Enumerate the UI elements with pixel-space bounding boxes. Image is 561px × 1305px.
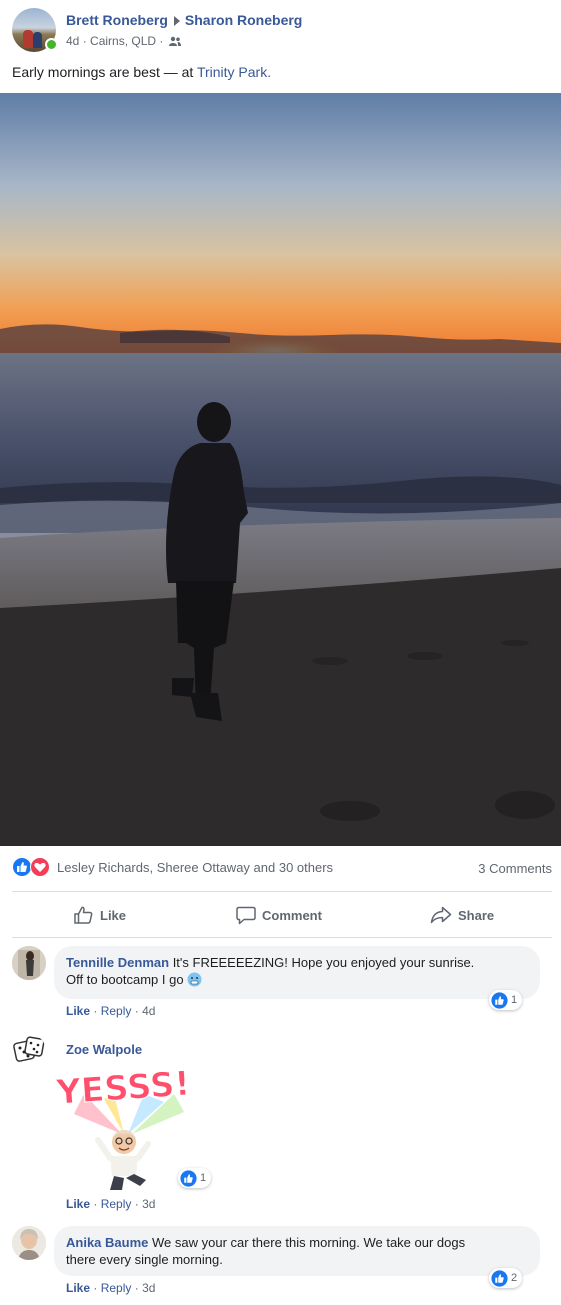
like-icon — [491, 1269, 508, 1287]
comment-reply-link[interactable]: Reply — [101, 1197, 132, 1211]
comment-item: Tennille Denman It's FREEEEEZING! Hope y… — [12, 946, 552, 1026]
love-icon — [30, 857, 50, 877]
comment-reaction[interactable]: 2 — [489, 1268, 523, 1288]
comment-text: Off to bootcamp I go — [66, 972, 184, 987]
reaction-count: 1 — [511, 994, 518, 1006]
share-button[interactable]: Share — [430, 898, 494, 932]
share-label: Share — [458, 907, 495, 923]
commenter-name[interactable]: Zoe Walpole — [66, 1042, 142, 1057]
dice-avatar[interactable] — [12, 1034, 46, 1068]
post-meta: 4d · Cairns, QLD · — [66, 34, 181, 49]
post-time[interactable]: 4d — [66, 34, 79, 48]
comment-bubble: Anika Baume We saw your car there this m… — [54, 1226, 540, 1276]
reaction-count: 1 — [200, 1172, 207, 1184]
place-link[interactable]: Trinity Park. — [197, 64, 271, 80]
reactors-summary[interactable]: Lesley Richards, Sheree Ottaway and 30 o… — [57, 860, 333, 875]
comment-actions: Like · Reply · 4d — [66, 1004, 156, 1018]
post-actions: Like Comment Share — [12, 898, 552, 932]
share-icon — [430, 906, 452, 924]
comment-bubble: Tennille Denman It's FREEEEEZING! Hope y… — [54, 946, 540, 999]
divider — [12, 937, 552, 938]
comment-time[interactable]: 3d — [142, 1197, 155, 1211]
post-header: Brett Roneberg Sharon Roneberg 4d · Cairn… — [12, 8, 552, 58]
divider — [12, 891, 552, 892]
friends-icon[interactable] — [168, 35, 181, 49]
comment-reaction[interactable]: 1 — [489, 990, 523, 1010]
comment-actions: Like · Reply · 3d — [66, 1197, 156, 1211]
post-body: Early mornings are best — at — [12, 64, 197, 80]
comment-item: Zoe Walpole YESSS! 1 Like · Reply · 3d — [12, 1034, 552, 1214]
comment-button[interactable]: Comment — [236, 898, 322, 932]
cold-face-icon — [187, 972, 202, 991]
post-location[interactable]: Cairns, QLD — [90, 34, 156, 48]
online-status-dot — [45, 38, 58, 51]
post-text: Early mornings are best — at Trinity Par… — [12, 64, 271, 80]
caret-right-icon — [173, 15, 180, 26]
comment-label: Comment — [262, 907, 322, 923]
comment-actions: Like · Reply · 3d — [66, 1281, 156, 1295]
commenter-avatar[interactable] — [12, 946, 46, 980]
comment-reply-link[interactable]: Reply — [101, 1004, 132, 1018]
comment-time[interactable]: 4d — [142, 1004, 155, 1018]
comment-icon — [236, 906, 256, 924]
reaction-icons[interactable] — [12, 857, 54, 877]
comment-text: We saw your car there this morning. We t… — [152, 1235, 466, 1250]
like-icon — [12, 857, 32, 877]
like-icon — [491, 991, 508, 1009]
sunrise-beach-photo[interactable] — [0, 93, 561, 846]
comment-like-link[interactable]: Like — [66, 1004, 90, 1018]
reactions-bar: Lesley Richards, Sheree Ottaway and 30 o… — [12, 856, 552, 880]
commenter-name[interactable]: Tennille Denman — [66, 955, 169, 970]
tagged-name[interactable]: Sharon Roneberg — [185, 12, 302, 28]
like-icon — [180, 1169, 197, 1187]
avatar-sticker[interactable]: YESSS! — [54, 1064, 190, 1194]
comment-text: there every single morning. — [66, 1252, 223, 1267]
author-name[interactable]: Brett Roneberg — [66, 12, 168, 28]
comment-time[interactable]: 3d — [142, 1281, 155, 1295]
comment-item: Anika Baume We saw your car there this m… — [12, 1226, 552, 1301]
thumbs-up-icon — [74, 906, 93, 924]
comment-like-link[interactable]: Like — [66, 1281, 90, 1295]
comments-count[interactable]: 3 Comments — [478, 861, 552, 876]
comment-reaction[interactable]: 1 — [178, 1168, 212, 1188]
commenter-name[interactable]: Anika Baume — [66, 1235, 148, 1250]
comment-like-link[interactable]: Like — [66, 1197, 90, 1211]
like-button[interactable]: Like — [74, 898, 126, 932]
comment-text: It's FREEEEEZING! Hope you enjoyed your … — [172, 955, 475, 970]
post-names: Brett Roneberg Sharon Roneberg — [66, 12, 302, 28]
comment-reply-link[interactable]: Reply — [101, 1281, 132, 1295]
reaction-count: 2 — [511, 1272, 518, 1284]
commenter-avatar[interactable] — [12, 1226, 46, 1260]
like-label: Like — [100, 907, 127, 923]
